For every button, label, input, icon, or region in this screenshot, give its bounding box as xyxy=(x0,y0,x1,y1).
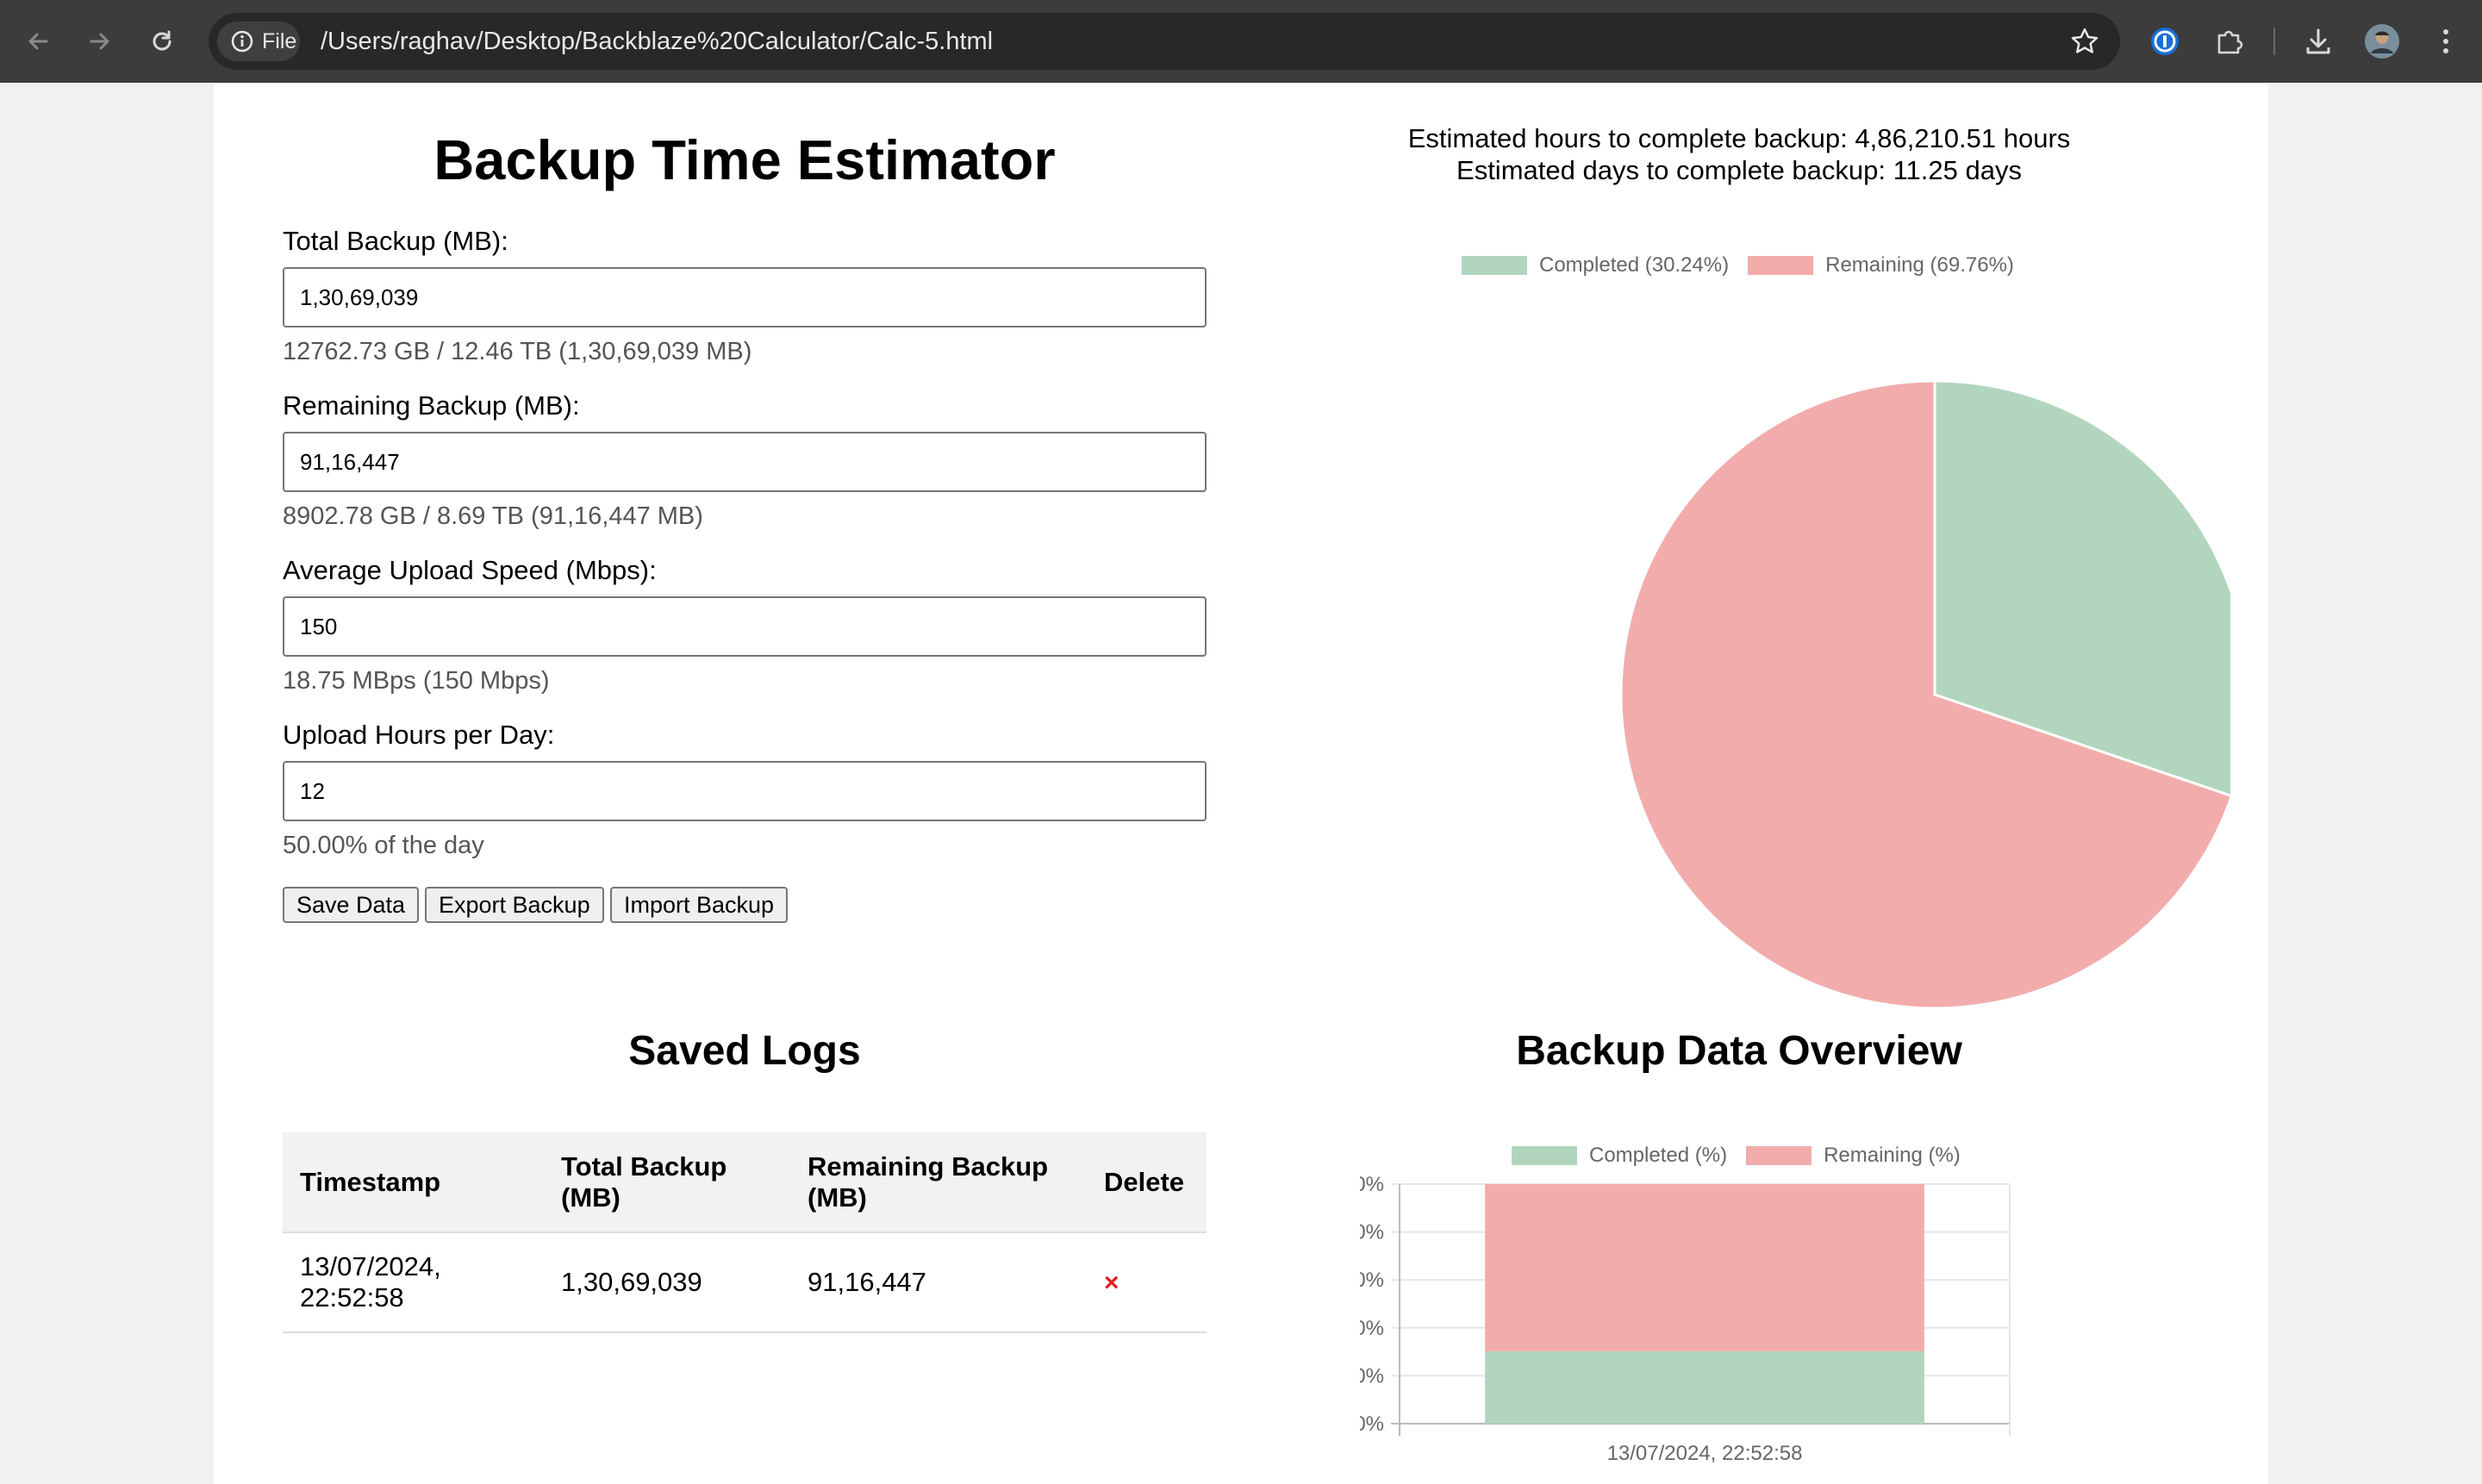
saved-logs-title: Saved Logs xyxy=(628,1028,861,1074)
y-tick-label: 0% xyxy=(1360,1412,1384,1436)
legend-label-completed: Completed (30.24%) xyxy=(1539,253,1730,277)
remaining-backup-input[interactable] xyxy=(283,432,1207,492)
estimated-days-text: Estimated days to complete backup: 11.25… xyxy=(1456,155,2022,185)
cell-total-backup: 1,30,69,039 xyxy=(544,1232,790,1333)
site-info-chip[interactable]: File xyxy=(217,22,300,61)
legend-item-remaining[interactable]: Remaining (69.76%) xyxy=(1748,253,2014,277)
total-backup-hint: 12762.73 GB / 12.46 TB (1,30,69,039 MB) xyxy=(283,338,752,365)
back-arrow-icon xyxy=(28,33,48,50)
password-manager-button[interactable] xyxy=(2144,21,2186,62)
export-backup-button[interactable]: Export Backup xyxy=(425,887,604,923)
remaining-backup-hint: 8902.78 GB / 8.69 TB (91,16,447 MB) xyxy=(283,502,703,530)
upload-speed-input[interactable] xyxy=(283,596,1207,657)
browser-toolbar: File /Users/raghav/Desktop/Backblaze%20C… xyxy=(0,0,2482,83)
reload-icon xyxy=(153,30,171,51)
y-tick-label: 60% xyxy=(1360,1269,1384,1292)
table-header-row: Timestamp Total Backup (MB) Remaining Ba… xyxy=(283,1132,1207,1233)
upload-speed-hint: 18.75 MBps (150 Mbps) xyxy=(283,667,550,695)
backup-pie-chart xyxy=(1619,379,2230,1010)
info-icon xyxy=(231,30,253,53)
download-icon xyxy=(2306,28,2330,54)
page-content: Backup Time Estimator Total Backup (MB):… xyxy=(214,83,2268,1484)
address-bar[interactable]: File /Users/raghav/Desktop/Backblaze%20C… xyxy=(209,13,2120,70)
toolbar-separator xyxy=(2273,28,2275,55)
estimated-hours-text: Estimated hours to complete backup: 4,86… xyxy=(1407,123,2071,153)
upload-hours-label: Upload Hours per Day: xyxy=(283,720,555,750)
save-data-button[interactable]: Save Data xyxy=(283,887,420,923)
bookmark-star-icon[interactable] xyxy=(2070,27,2099,56)
legend-swatch-completed-percent xyxy=(1512,1146,1577,1165)
table-row: 13/07/2024, 22:52:58 1,30,69,039 91,16,4… xyxy=(283,1232,1207,1333)
upload-hours-hint: 50.00% of the day xyxy=(283,832,484,859)
downloads-button[interactable] xyxy=(2298,21,2339,62)
site-info-label: File xyxy=(262,28,297,53)
more-vertical-icon xyxy=(2443,29,2448,53)
cell-remaining-backup: 91,16,447 xyxy=(790,1232,1087,1333)
reload-button[interactable] xyxy=(141,21,183,62)
forward-arrow-icon xyxy=(90,33,109,50)
y-tick-label: 100% xyxy=(1360,1173,1384,1196)
total-backup-label: Total Backup (MB): xyxy=(283,226,508,256)
column-header-delete: Delete xyxy=(1087,1132,1207,1233)
import-backup-button[interactable]: Import Backup xyxy=(610,887,789,923)
back-button[interactable] xyxy=(17,21,59,62)
cell-timestamp: 13/07/2024, 22:52:58 xyxy=(283,1232,544,1333)
y-tick-label: 40% xyxy=(1360,1317,1384,1340)
column-header-total-backup: Total Backup (MB) xyxy=(544,1132,790,1233)
column-header-timestamp: Timestamp xyxy=(283,1132,544,1233)
total-backup-input[interactable] xyxy=(283,267,1207,327)
column-header-remaining-backup: Remaining Backup (MB) xyxy=(790,1132,1087,1233)
extensions-button[interactable] xyxy=(2208,21,2249,62)
backup-bar-chart: 0% 20% 40% 60% 80% 100% 13/07/2024, 22:52:58 xyxy=(1360,1173,2011,1465)
x-tick-label: 13/07/2024, 22:52:58 xyxy=(1607,1442,1803,1465)
legend-label-completed-percent: Completed (%) xyxy=(1589,1144,1728,1167)
delete-log-button[interactable]: × xyxy=(1104,1269,1119,1297)
pie-legend: Completed (30.24%) Remaining (69.76%) xyxy=(1462,253,2033,277)
remaining-backup-label: Remaining Backup (MB): xyxy=(283,390,580,421)
legend-label-remaining-percent: Remaining (%) xyxy=(1824,1144,1961,1167)
saved-logs-table: Timestamp Total Backup (MB) Remaining Ba… xyxy=(283,1132,1207,1333)
bar-segment-completed[interactable] xyxy=(1485,1350,1924,1424)
legend-label-remaining: Remaining (69.76%) xyxy=(1825,253,2014,277)
profile-button[interactable] xyxy=(2361,21,2403,62)
legend-swatch-remaining xyxy=(1748,256,1814,275)
legend-item-completed[interactable]: Completed (30.24%) xyxy=(1462,253,1729,277)
upload-speed-label: Average Upload Speed (Mbps): xyxy=(283,555,657,585)
overview-title: Backup Data Overview xyxy=(1516,1028,1962,1074)
bar-legend: Completed (%) Remaining (%) xyxy=(1512,1144,1980,1168)
legend-swatch-remaining-percent xyxy=(1746,1146,1812,1165)
page-title: Backup Time Estimator xyxy=(433,128,1056,191)
upload-hours-input[interactable] xyxy=(283,761,1207,821)
y-tick-label: 20% xyxy=(1360,1364,1384,1387)
password-manager-icon xyxy=(2151,28,2179,55)
puzzle-icon xyxy=(2217,30,2243,54)
legend-swatch-completed xyxy=(1462,256,1527,275)
legend-item-completed-percent[interactable]: Completed (%) xyxy=(1512,1144,1727,1168)
browser-menu-button[interactable] xyxy=(2425,21,2466,62)
url-text[interactable]: /Users/raghav/Desktop/Backblaze%20Calcul… xyxy=(321,13,993,70)
bar-segment-remaining[interactable] xyxy=(1485,1184,1924,1351)
estimate-summary: Estimated hours to complete backup: 4,86… xyxy=(1293,122,2186,186)
avatar xyxy=(2365,24,2399,59)
y-tick-label: 80% xyxy=(1360,1221,1384,1244)
forward-button[interactable] xyxy=(79,21,121,62)
legend-item-remaining-percent[interactable]: Remaining (%) xyxy=(1746,1144,1961,1168)
